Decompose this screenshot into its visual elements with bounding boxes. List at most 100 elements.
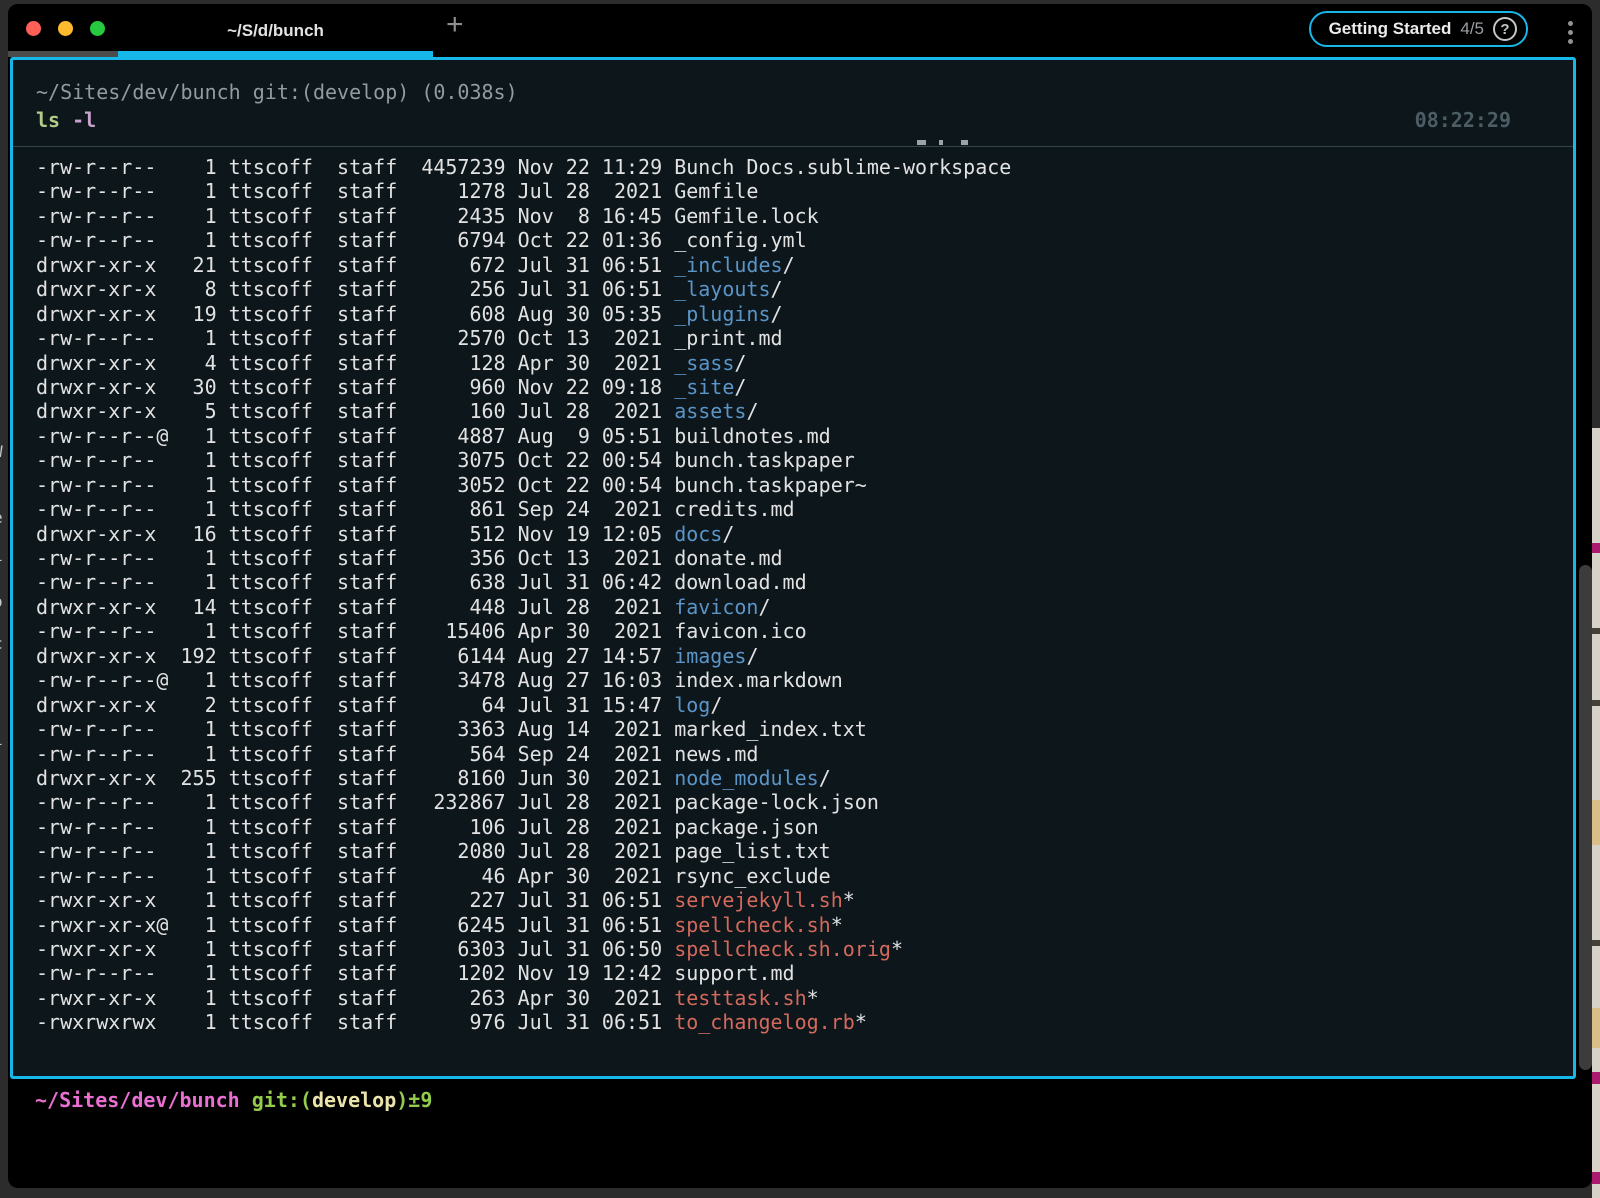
executable-name: to_changelog.rb xyxy=(674,1010,855,1034)
file-row: -rw-r--r-- 1 ttscoff staff 356 Oct 13 20… xyxy=(13,546,1573,570)
file-row: -rw-r--r-- 1 ttscoff staff 4457239 Nov 2… xyxy=(13,155,1573,179)
file-row: -rw-r--r-- 1 ttscoff staff 1202 Nov 19 1… xyxy=(13,961,1573,985)
file-row: -rw-r--r-- 1 ttscoff staff 3075 Oct 22 0… xyxy=(13,448,1573,472)
file-name: Bunch Docs.sublime-workspace xyxy=(674,155,1011,179)
executable-name: servejekyll.sh xyxy=(674,888,843,912)
executable-name: spellcheck.sh xyxy=(674,913,831,937)
directory-name: _includes xyxy=(674,253,782,277)
file-row: -rw-r--r-- 1 ttscoff staff 2570 Oct 13 2… xyxy=(13,326,1573,350)
overflow-menu-icon[interactable] xyxy=(1564,18,1576,46)
file-row: drwxr-xr-x 8 ttscoff staff 256 Jul 31 06… xyxy=(13,277,1573,301)
file-name: donate.md xyxy=(674,546,782,570)
directory-name: assets xyxy=(674,399,746,423)
file-row: -rw-r--r-- 1 ttscoff staff 2080 Jul 28 2… xyxy=(13,839,1573,863)
prompt-git-prefix: git:( xyxy=(240,1088,312,1112)
clipped-scrollback-fragment xyxy=(917,140,926,145)
file-row: -rwxr-xr-x@ 1 ttscoff staff 6245 Jul 31 … xyxy=(13,913,1573,937)
file-name: bunch.taskpaper xyxy=(674,448,855,472)
file-row: drwxr-xr-x 4 ttscoff staff 128 Apr 30 20… xyxy=(13,351,1573,375)
file-name: page_list.txt xyxy=(674,839,831,863)
clipped-scrollback-fragment xyxy=(961,140,968,145)
file-name: Gemfile xyxy=(674,179,758,203)
file-name: download.md xyxy=(674,570,806,594)
file-name: support.md xyxy=(674,961,794,985)
prompt-git-branch: develop xyxy=(312,1088,396,1112)
file-name: package.json xyxy=(674,815,819,839)
command-args: -l xyxy=(60,108,96,132)
directory-name: node_modules xyxy=(674,766,819,790)
file-row: -rwxr-xr-x 1 ttscoff staff 227 Jul 31 06… xyxy=(13,888,1573,912)
file-name: bunch.taskpaper~ xyxy=(674,473,867,497)
directory-name: _sass xyxy=(674,351,734,375)
file-row: -rw-r--r-- 1 ttscoff staff 3363 Aug 14 2… xyxy=(13,717,1573,741)
file-row: -rwxr-xr-x 1 ttscoff staff 6303 Jul 31 0… xyxy=(13,937,1573,961)
file-listing: -rw-r--r-- 1 ttscoff staff 4457239 Nov 2… xyxy=(13,155,1573,1035)
file-name: news.md xyxy=(674,742,758,766)
close-button[interactable] xyxy=(26,21,41,36)
command-line: 08:22:29 ls -l xyxy=(36,106,1573,134)
file-name: marked_index.txt xyxy=(674,717,867,741)
file-row: -rw-r--r-- 1 ttscoff staff 2435 Nov 8 16… xyxy=(13,204,1573,228)
file-row: -rw-r--r--@ 1 ttscoff staff 3478 Aug 27 … xyxy=(13,668,1573,692)
badge-progress: 4/5 xyxy=(1460,19,1484,39)
file-row: drwxr-xr-x 255 ttscoff staff 8160 Jun 30… xyxy=(13,766,1573,790)
file-row: -rw-r--r-- 1 ttscoff staff 106 Jul 28 20… xyxy=(13,815,1573,839)
file-row: -rw-r--r-- 1 ttscoff staff 15406 Apr 30 … xyxy=(13,619,1573,643)
getting-started-badge[interactable]: Getting Started 4/5 ? xyxy=(1309,11,1528,47)
file-row: -rw-r--r-- 1 ttscoff staff 46 Apr 30 202… xyxy=(13,864,1573,888)
file-name: _config.yml xyxy=(674,228,806,252)
new-tab-button[interactable]: + xyxy=(446,10,464,40)
command-name: ls xyxy=(36,108,60,132)
directory-name: log xyxy=(674,693,710,717)
background-window-right-sliver xyxy=(1592,428,1600,1198)
file-name: _print.md xyxy=(674,326,782,350)
file-name: buildnotes.md xyxy=(674,424,831,448)
file-row: -rwxr-xr-x 1 ttscoff staff 263 Apr 30 20… xyxy=(13,986,1573,1010)
shell-input-area[interactable]: ~/Sites/dev/bunch git:(develop)±9 xyxy=(10,1079,1576,1185)
file-row: drwxr-xr-x 192 ttscoff staff 6144 Aug 27… xyxy=(13,644,1573,668)
background-window-left-sliver: Weioci xyxy=(0,430,7,760)
prompt-git-suffix: )±9 xyxy=(396,1088,432,1112)
help-icon[interactable]: ? xyxy=(1493,17,1517,41)
directory-name: _plugins xyxy=(674,302,770,326)
file-name: favicon.ico xyxy=(674,619,806,643)
file-row: drwxr-xr-x 21 ttscoff staff 672 Jul 31 0… xyxy=(13,253,1573,277)
file-row: -rw-r--r-- 1 ttscoff staff 564 Sep 24 20… xyxy=(13,742,1573,766)
file-row: -rw-r--r-- 1 ttscoff staff 232867 Jul 28… xyxy=(13,790,1573,814)
file-row: -rwxrwxrwx 1 ttscoff staff 976 Jul 31 06… xyxy=(13,1010,1573,1034)
file-row: drwxr-xr-x 5 ttscoff staff 160 Jul 28 20… xyxy=(13,399,1573,423)
file-row: -rw-r--r-- 1 ttscoff staff 6794 Oct 22 0… xyxy=(13,228,1573,252)
tab-current[interactable]: ~/S/d/bunch xyxy=(118,4,433,57)
directory-name: images xyxy=(674,644,746,668)
file-name: package-lock.json xyxy=(674,790,879,814)
directory-name: favicon xyxy=(674,595,758,619)
executable-name: testtask.sh xyxy=(674,986,806,1010)
scrollbar-thumb[interactable] xyxy=(1579,565,1592,1070)
file-row: -rw-r--r-- 1 ttscoff staff 1278 Jul 28 2… xyxy=(13,179,1573,203)
file-row: drwxr-xr-x 30 ttscoff staff 960 Nov 22 0… xyxy=(13,375,1573,399)
file-row: drwxr-xr-x 16 ttscoff staff 512 Nov 19 1… xyxy=(13,522,1573,546)
file-row: -rw-r--r--@ 1 ttscoff staff 4887 Aug 9 0… xyxy=(13,424,1573,448)
terminal-window: ~/S/d/bunch + Getting Started 4/5 ? ~/Si… xyxy=(8,4,1592,1188)
file-row: drwxr-xr-x 19 ttscoff staff 608 Aug 30 0… xyxy=(13,302,1573,326)
terminal-pane[interactable]: ~/Sites/dev/bunch git:(develop) (0.038s)… xyxy=(10,57,1576,1079)
tab-title: ~/S/d/bunch xyxy=(227,21,324,41)
executable-name: spellcheck.sh.orig xyxy=(674,937,891,961)
directory-name: _site xyxy=(674,375,734,399)
file-row: drwxr-xr-x 2 ttscoff staff 64 Jul 31 15:… xyxy=(13,693,1573,717)
directory-name: docs xyxy=(674,522,722,546)
minimize-button[interactable] xyxy=(58,21,73,36)
badge-label: Getting Started xyxy=(1329,19,1452,39)
prompt-path: ~/Sites/dev/bunch xyxy=(35,1088,240,1112)
file-name: rsync_exclude xyxy=(674,864,831,888)
file-row: -rw-r--r-- 1 ttscoff staff 861 Sep 24 20… xyxy=(13,497,1573,521)
zoom-button[interactable] xyxy=(90,21,105,36)
shell-prompt: ~/Sites/dev/bunch git:(develop) (0.038s) xyxy=(36,78,1573,106)
file-name: credits.md xyxy=(674,497,794,521)
file-name: index.markdown xyxy=(674,668,843,692)
command-timestamp: 08:22:29 xyxy=(1415,106,1511,134)
directory-name: _layouts xyxy=(674,277,770,301)
command-separator xyxy=(13,146,1573,147)
file-row: -rw-r--r-- 1 ttscoff staff 3052 Oct 22 0… xyxy=(13,473,1573,497)
file-row: -rw-r--r-- 1 ttscoff staff 638 Jul 31 06… xyxy=(13,570,1573,594)
